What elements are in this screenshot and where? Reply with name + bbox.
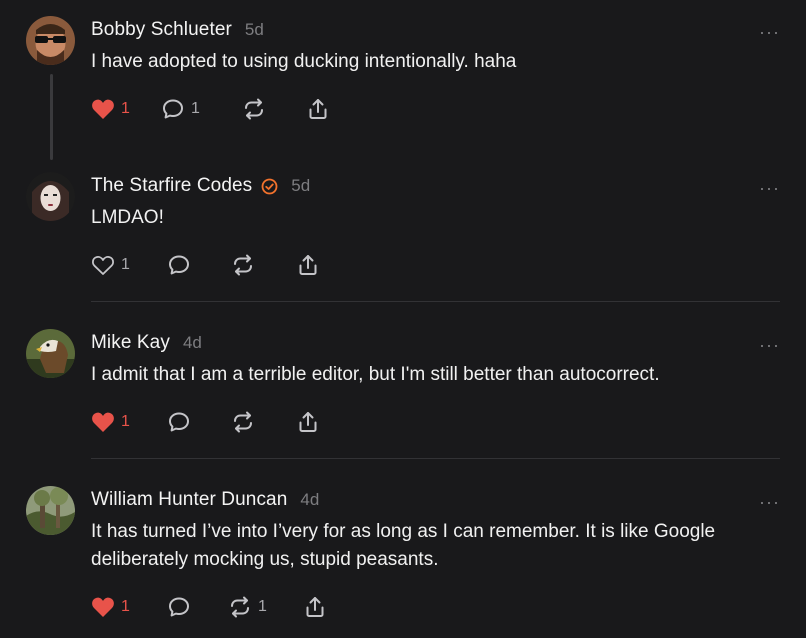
author-name[interactable]: The Starfire Codes [91,175,252,197]
timestamp: 4d [300,490,320,509]
timestamp: 5d [291,176,311,195]
avatar[interactable] [26,172,75,221]
comment-header: William Hunter Duncan 4d [91,489,319,511]
restack-button[interactable]: 1 [228,594,267,620]
comment-bubble-icon [163,99,183,119]
restack-icon [231,596,249,618]
heart-icon [92,256,114,275]
like-count: 1 [121,598,130,615]
share-button[interactable] [296,409,320,435]
avatar-image [26,486,75,535]
like-button[interactable]: 1 [91,96,130,122]
restack-button[interactable] [242,96,272,122]
avatar-image [26,172,75,221]
comment-header: Mike Kay 4d [91,332,202,354]
avatar[interactable] [26,16,75,65]
reply-button[interactable]: 1 [161,96,200,122]
comment-text: I have adopted to using ducking intentio… [91,51,517,72]
author-name[interactable]: Mike Kay [91,332,170,354]
restack-button[interactable] [231,252,261,278]
reply-button[interactable] [167,594,197,620]
avatar-image [26,329,75,378]
comment-bubble-icon [169,597,189,617]
share-icon [299,412,317,432]
restack-count: 1 [258,598,267,615]
restack-icon [245,98,263,120]
author-name[interactable]: Bobby Schlueter [91,19,232,41]
share-icon [306,597,324,617]
share-button[interactable] [303,594,327,620]
like-count: 1 [121,413,130,430]
restack-icon [234,254,252,276]
share-icon [299,255,317,275]
like-count: 1 [121,256,130,273]
comment-text: LMDAO! [91,207,164,228]
more-dots-icon[interactable]: ··· [759,493,780,511]
verified-check-icon [261,178,278,194]
share-button[interactable] [296,252,320,278]
restack-icon [234,411,252,433]
heart-icon [92,99,114,119]
timestamp: 5d [244,20,264,39]
share-icon [309,99,327,119]
share-button[interactable] [306,96,330,122]
comment-header: The Starfire Codes 5d [91,175,310,197]
more-dots-icon[interactable]: ··· [759,23,780,41]
thread-line [50,74,53,160]
avatar[interactable] [26,329,75,378]
comment-text: It has turned I’ve into I’very for as lo… [91,521,716,570]
comment-bubble-icon [169,412,189,432]
more-dots-icon[interactable]: ··· [759,179,780,197]
heart-icon [92,597,114,617]
divider [91,458,780,459]
heart-icon [92,412,114,432]
reply-count: 1 [191,100,200,117]
reply-button[interactable] [167,409,197,435]
restack-button[interactable] [231,409,261,435]
reply-button[interactable] [167,252,197,278]
like-button[interactable]: 1 [91,252,130,278]
avatar-image [26,16,75,65]
comment-header: Bobby Schlueter 5d [91,19,264,41]
avatar[interactable] [26,486,75,535]
divider [91,301,780,302]
like-button[interactable]: 1 [91,594,130,620]
timestamp: 4d [182,333,202,352]
comment-bubble-icon [169,255,189,275]
author-name[interactable]: William Hunter Duncan [91,489,287,511]
like-count: 1 [121,100,130,117]
comment-text: I admit that I am a terrible editor, but… [91,364,660,385]
like-button[interactable]: 1 [91,409,130,435]
more-dots-icon[interactable]: ··· [759,336,780,354]
